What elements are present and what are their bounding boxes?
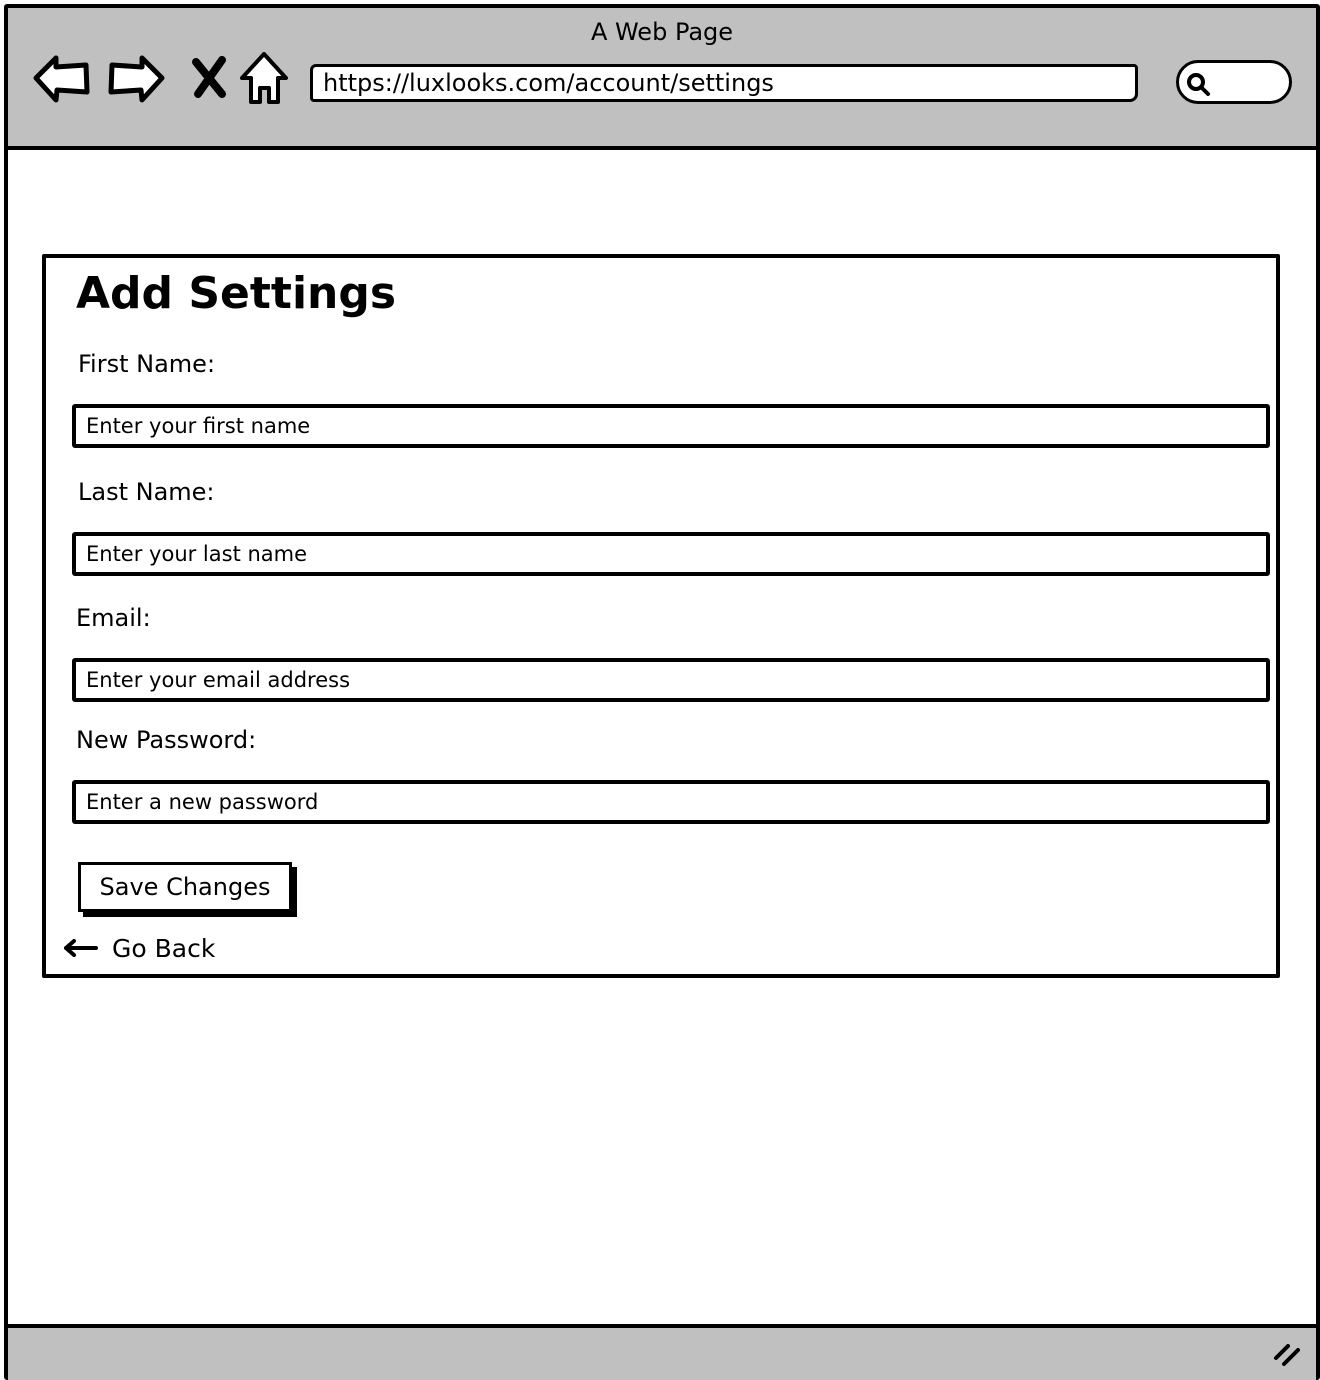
home-icon[interactable]	[234, 48, 294, 108]
go-back-label: Go Back	[112, 933, 216, 963]
last-name-label: Last Name:	[78, 478, 215, 506]
browser-toolbar: A Web Page https://luxlooks.com/account/…	[8, 8, 1316, 150]
go-back-link[interactable]: Go Back	[64, 930, 215, 966]
window-title: A Web Page	[590, 18, 734, 46]
new-password-label: New Password:	[76, 726, 257, 754]
new-password-field[interactable]	[72, 780, 1270, 824]
settings-form: Add Settings First Name: Last Name: Emai…	[42, 254, 1280, 978]
status-bar	[8, 1324, 1316, 1380]
left-arrow-icon	[64, 939, 98, 957]
close-icon[interactable]	[180, 48, 240, 108]
first-name-label: First Name:	[78, 350, 216, 378]
last-name-field[interactable]	[72, 532, 1270, 576]
browser-window: A Web Page https://luxlooks.com/account/…	[4, 4, 1320, 1380]
search-icon	[1187, 73, 1210, 96]
first-name-field[interactable]	[72, 404, 1270, 448]
resize-grip-icon[interactable]	[1272, 1342, 1302, 1368]
email-field[interactable]	[72, 658, 1270, 702]
page-title: Add Settings	[76, 268, 397, 319]
url-bar[interactable]: https://luxlooks.com/account/settings	[310, 64, 1138, 102]
search-field[interactable]	[1176, 60, 1292, 104]
back-arrow-icon[interactable]	[32, 48, 92, 108]
email-label: Email:	[76, 604, 151, 632]
forward-arrow-icon[interactable]	[106, 48, 166, 108]
save-changes-button[interactable]: Save Changes	[78, 862, 292, 912]
